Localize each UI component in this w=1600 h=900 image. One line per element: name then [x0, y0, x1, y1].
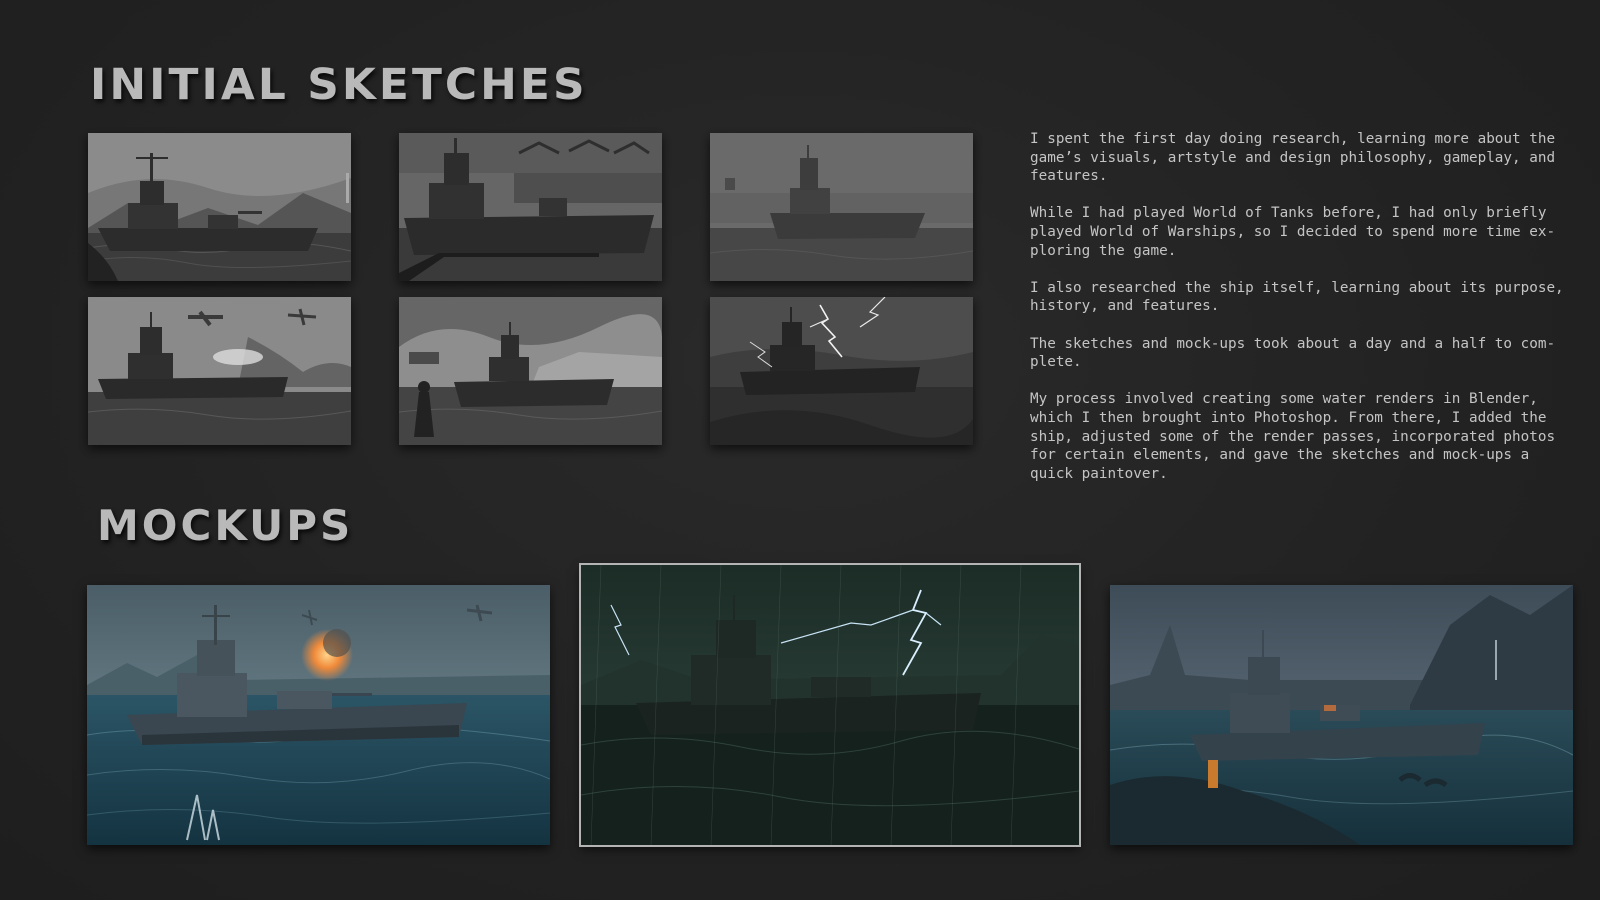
- initial-sketches-heading: INITIAL SKETCHES: [90, 60, 588, 110]
- description-paragraph-5: My process involved creating some water …: [1030, 391, 1556, 482]
- mockup-image-3[interactable]: [1110, 585, 1573, 845]
- description-paragraph-3: I also researched the ship itself, learn…: [1030, 279, 1564, 315]
- description-paragraph-1: I spent the first day doing research, le…: [1030, 131, 1556, 185]
- description-paragraph-2: While I had played World of Tanks before…: [1030, 205, 1556, 259]
- sketch-thumbnail-1[interactable]: [88, 133, 351, 281]
- mockup-image-1[interactable]: [87, 585, 550, 845]
- sketch-thumbnail-3[interactable]: [710, 133, 973, 281]
- description-paragraph-4: The sketches and mock-ups took about a d…: [1030, 335, 1556, 371]
- sketch-thumbnail-6[interactable]: [710, 297, 973, 445]
- sketch-thumbnail-5[interactable]: [399, 297, 662, 445]
- mockup-image-2[interactable]: [579, 563, 1081, 847]
- sketch-thumbnail-2[interactable]: [399, 133, 662, 281]
- mockups-heading: MOCKUPS: [97, 501, 354, 550]
- sketch-thumbnail-4[interactable]: [88, 297, 351, 445]
- process-description: I spent the first day doing research, le…: [1030, 130, 1570, 502]
